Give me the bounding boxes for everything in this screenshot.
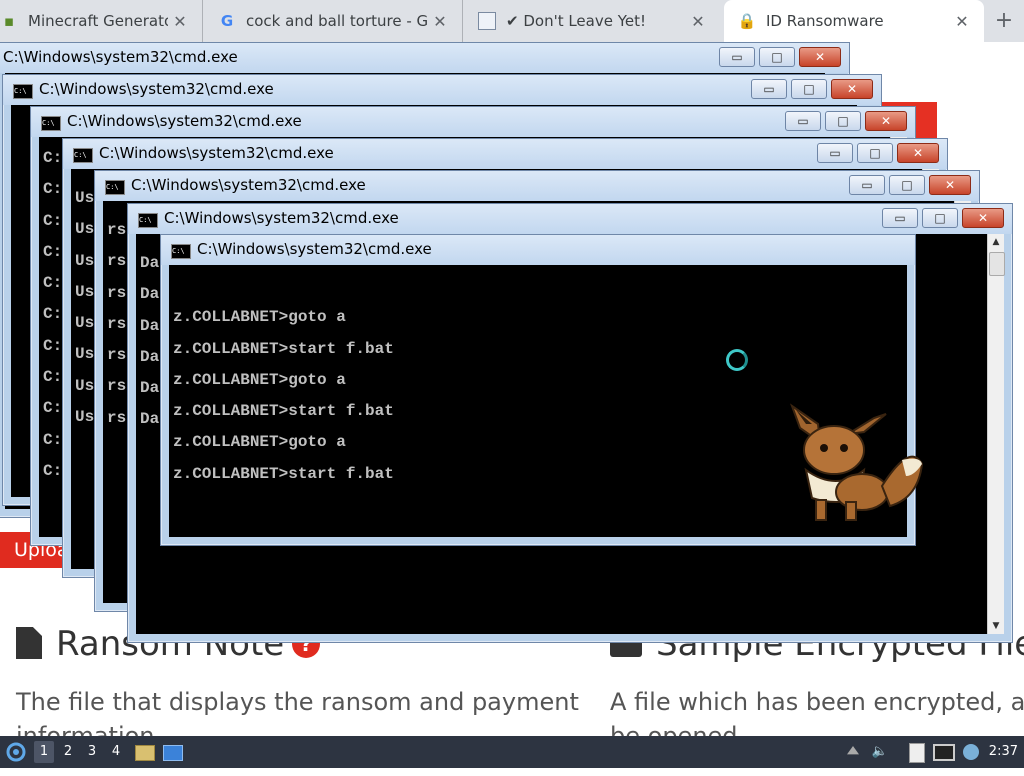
browser-tab-strip: ▪ Minecraft Generator Onli ✕ G cock and … bbox=[0, 0, 1024, 42]
cmd-icon: C:\ bbox=[41, 116, 61, 131]
window-title: C:\Windows\system32\cmd.exe bbox=[164, 209, 399, 227]
loading-spinner-icon bbox=[726, 349, 748, 371]
window-titlebar[interactable]: C:\ C:\Windows\system32\cmd.exe ▭ □ ✕ bbox=[95, 171, 979, 201]
desktop-4-button[interactable]: 4 bbox=[106, 741, 126, 763]
monitor-icon[interactable] bbox=[932, 736, 956, 768]
console-lines: rs rs rs rs rs rs rs bbox=[107, 221, 127, 427]
maximize-button[interactable]: □ bbox=[922, 208, 958, 228]
clipboard-icon[interactable] bbox=[906, 736, 928, 768]
cmd-icon: C:\ bbox=[105, 180, 125, 195]
console-lines: z.COLLABNET>goto a z.COLLABNET>start f.b… bbox=[173, 308, 394, 483]
tab-google-search[interactable]: G cock and ball torture - Go ✕ bbox=[204, 0, 463, 42]
maximize-button[interactable]: □ bbox=[889, 175, 925, 195]
close-icon[interactable]: ✕ bbox=[428, 12, 452, 31]
console-lines: Da Da Da Da Da Da bbox=[140, 254, 160, 429]
system-taskbar: 1 2 3 4 🔈 2:37 bbox=[0, 736, 1024, 768]
close-button[interactable]: ✕ bbox=[799, 47, 841, 67]
window-titlebar[interactable]: C:\ C:\Windows\system32\cmd.exe bbox=[161, 235, 915, 265]
file-manager-icon[interactable] bbox=[134, 736, 156, 768]
network-icon[interactable] bbox=[960, 736, 982, 768]
tab-minecraft-generator[interactable]: ▪ Minecraft Generator Onli ✕ bbox=[0, 0, 203, 42]
window-title: C:\Windows\system32\cmd.exe bbox=[3, 48, 238, 66]
close-button[interactable]: ✕ bbox=[831, 79, 873, 99]
close-button[interactable]: ✕ bbox=[865, 111, 907, 131]
minimize-button[interactable]: ▭ bbox=[817, 143, 853, 163]
minimize-button[interactable]: ▭ bbox=[751, 79, 787, 99]
description-line: A file which has been encrypted, and bbox=[610, 688, 1024, 716]
scroll-thumb[interactable] bbox=[989, 252, 1005, 276]
description-line: The file that displays the ransom and pa… bbox=[16, 688, 579, 716]
page-icon bbox=[478, 12, 496, 30]
minimize-button[interactable]: ▭ bbox=[719, 47, 755, 67]
minimize-button[interactable]: ▭ bbox=[785, 111, 821, 131]
cmd-icon: C:\ bbox=[171, 244, 191, 259]
window-titlebar[interactable]: C:\ C:\Windows\system32\cmd.exe ▭ □ ✕ bbox=[128, 204, 1012, 234]
window-title: C:\Windows\system32\cmd.exe bbox=[99, 144, 334, 162]
minecraft-icon: ▪ bbox=[3, 12, 15, 30]
scroll-down-icon[interactable]: ▼ bbox=[988, 618, 1004, 634]
taskbar-clock: 2:37 bbox=[988, 744, 1018, 759]
window-title: C:\Windows\system32\cmd.exe bbox=[67, 112, 302, 130]
tab-dont-leave-yet[interactable]: ✔ Don't Leave Yet! ✕ bbox=[464, 0, 720, 42]
scroll-up-icon[interactable]: ▲ bbox=[988, 234, 1004, 250]
volume-icon[interactable]: 🔈 bbox=[870, 736, 890, 768]
window-titlebar[interactable]: C:\Windows\system32\cmd.exe ▭ □ ✕ bbox=[0, 43, 849, 73]
start-menu-icon[interactable] bbox=[4, 736, 28, 768]
minimize-button[interactable]: ▭ bbox=[849, 175, 885, 195]
maximize-button[interactable]: □ bbox=[759, 47, 795, 67]
close-button[interactable]: ✕ bbox=[962, 208, 1004, 228]
window-title: C:\Windows\system32\cmd.exe bbox=[197, 240, 432, 258]
maximize-button[interactable]: □ bbox=[857, 143, 893, 163]
maximize-button[interactable]: □ bbox=[825, 111, 861, 131]
console-lines: C: C: C: C: C: C: C: C: C: C: C: bbox=[43, 149, 63, 480]
google-icon: G bbox=[220, 12, 234, 30]
tab-label: cock and ball torture - Go bbox=[246, 12, 428, 30]
tab-label: ID Ransomware bbox=[766, 12, 884, 30]
maximize-button[interactable]: □ bbox=[791, 79, 827, 99]
file-icon bbox=[16, 627, 42, 659]
minimize-button[interactable]: ▭ bbox=[882, 208, 918, 228]
window-titlebar[interactable]: C:\ C:\Windows\system32\cmd.exe ▭ □ ✕ bbox=[31, 107, 915, 137]
new-tab-button[interactable]: + bbox=[992, 9, 1016, 33]
desktop-1-button[interactable]: 1 bbox=[34, 741, 54, 763]
window-title: C:\Windows\system32\cmd.exe bbox=[39, 80, 274, 98]
desktop-icon[interactable] bbox=[162, 736, 184, 768]
tab-id-ransomware[interactable]: 🔒 ID Ransomware ✕ bbox=[724, 0, 984, 42]
close-button[interactable]: ✕ bbox=[929, 175, 971, 195]
close-icon[interactable]: ✕ bbox=[950, 12, 974, 31]
tab-label: ✔ Don't Leave Yet! bbox=[506, 12, 647, 30]
close-icon[interactable]: ✕ bbox=[686, 12, 710, 31]
eject-icon[interactable] bbox=[844, 736, 862, 768]
vertical-scrollbar[interactable]: ▲▼ bbox=[987, 234, 1005, 634]
desktop-3-button[interactable]: 3 bbox=[82, 741, 102, 763]
desktop-2-button[interactable]: 2 bbox=[58, 741, 78, 763]
window-titlebar[interactable]: C:\ C:\Windows\system32\cmd.exe ▭ □ ✕ bbox=[3, 75, 881, 105]
cmd-icon: C:\ bbox=[138, 213, 158, 228]
eevee-sprite-icon bbox=[790, 403, 924, 521]
window-title: C:\Windows\system32\cmd.exe bbox=[131, 176, 366, 194]
tab-label: Minecraft Generator Onli bbox=[28, 12, 168, 30]
console-lines: Us Us Us Us Us Us Us Us bbox=[75, 189, 95, 427]
cmd-icon: C:\ bbox=[73, 148, 93, 163]
window-titlebar[interactable]: C:\ C:\Windows\system32\cmd.exe ▭ □ ✕ bbox=[63, 139, 947, 169]
close-icon[interactable]: ✕ bbox=[168, 12, 192, 31]
lock-icon: 🔒 bbox=[737, 12, 757, 30]
cmd-icon: C:\ bbox=[13, 84, 33, 99]
close-button[interactable]: ✕ bbox=[897, 143, 939, 163]
